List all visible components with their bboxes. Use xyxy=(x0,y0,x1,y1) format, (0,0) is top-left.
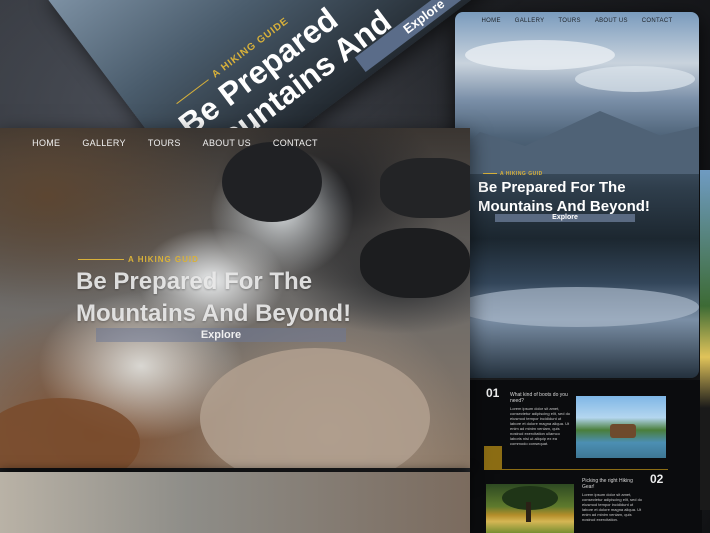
preview-tagline: A HIKING GUID xyxy=(483,171,543,177)
rock-shape xyxy=(200,348,430,468)
feature-body: Lorem ipsum dolor sit amet, consectetur … xyxy=(510,406,571,446)
feature-number: 02 xyxy=(650,472,664,486)
cloud-shape xyxy=(575,66,695,92)
rock-shape xyxy=(360,228,470,298)
hero-tagline: A HIKING GUID xyxy=(78,255,199,264)
houseboat-photo xyxy=(576,396,666,458)
feature-question: Picking the right Hiking Gear! xyxy=(582,478,633,490)
hero-headline: Be Prepared For The Mountains And Beyond… xyxy=(76,266,351,330)
nav-contact[interactable]: CONTACT xyxy=(273,138,318,148)
cloud-shape xyxy=(465,40,615,70)
info-panel: 01 What kind of boots do you need? Lorem… xyxy=(470,380,702,533)
preview-headline-line2: Mountains And Beyond! xyxy=(478,198,650,215)
boat-shape xyxy=(610,424,636,438)
nav-about[interactable]: ABOUT US xyxy=(595,18,628,24)
feature-question: What kind of boots do you need? xyxy=(510,392,568,404)
gold-block xyxy=(484,446,502,470)
mountain-preview-card: HOME GALLERY TOURS ABOUT US CONTACT A HI… xyxy=(455,12,699,378)
feature-number: 01 xyxy=(486,386,500,400)
nav-tours[interactable]: TOURS xyxy=(558,18,580,24)
preview-headline: Be Prepared For The Mountains And Beyond… xyxy=(478,178,650,216)
tree-photo xyxy=(486,484,574,533)
nav-contact[interactable]: CONTACT xyxy=(642,18,673,24)
rock-shape xyxy=(380,158,470,218)
tree-trunk xyxy=(526,502,531,522)
mountain-ridge xyxy=(455,111,699,174)
divider xyxy=(484,469,668,470)
preview-nav: HOME GALLERY TOURS ABOUT US CONTACT xyxy=(455,18,699,24)
feature-body: Lorem ipsum dolor sit amet, consectetur … xyxy=(582,492,643,522)
hero-headline-line2: Mountains And Beyond! xyxy=(76,300,352,327)
nav-home[interactable]: HOME xyxy=(32,138,60,148)
nav-tours[interactable]: TOURS xyxy=(148,138,181,148)
hero-explore-button[interactable]: Explore xyxy=(96,328,346,342)
hero-card: HOME GALLERY TOURS ABOUT US CONTACT A HI… xyxy=(0,128,470,468)
nav-about[interactable]: ABOUT US xyxy=(203,138,251,148)
nav-home[interactable]: HOME xyxy=(482,18,501,24)
hero-headline-line1: Be Prepared For The xyxy=(76,268,313,295)
mist-shape xyxy=(455,287,699,327)
nav-gallery[interactable]: GALLERY xyxy=(82,138,125,148)
edge-preview-strip xyxy=(700,170,710,510)
rock-shape xyxy=(0,398,140,468)
bottom-preview-strip xyxy=(0,472,470,533)
preview-headline-line1: Be Prepared For The xyxy=(478,179,626,196)
preview-explore-button[interactable]: Explore xyxy=(495,214,635,222)
rock-shape xyxy=(222,142,322,222)
nav-gallery[interactable]: GALLERY xyxy=(515,18,545,24)
main-nav: HOME GALLERY TOURS ABOUT US CONTACT xyxy=(0,138,410,148)
